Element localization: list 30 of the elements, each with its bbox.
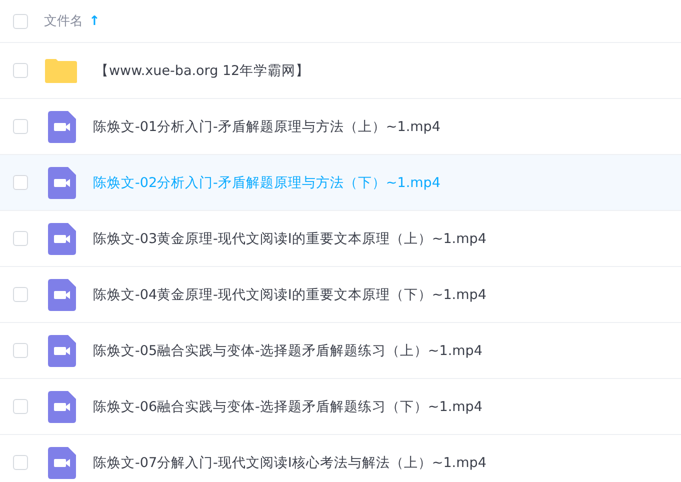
row-checkbox[interactable] xyxy=(13,119,28,134)
video-file-icon xyxy=(48,446,76,478)
file-row[interactable]: 陈焕文-04黄金原理-现代文阅读I的重要文本原理（下）~1.mp4 xyxy=(0,267,681,323)
file-row[interactable]: 陈焕文-06融合实践与变体-选择题矛盾解题练习（下）~1.mp4 xyxy=(0,379,681,435)
video-file-icon xyxy=(48,110,76,142)
row-checkbox[interactable] xyxy=(13,63,28,78)
file-name[interactable]: 陈焕文-06融合实践与变体-选择题矛盾解题练习（下）~1.mp4 xyxy=(93,398,482,416)
row-checkbox[interactable] xyxy=(13,399,28,414)
file-name[interactable]: 陈焕文-01分析入门-矛盾解题原理与方法（上）~1.mp4 xyxy=(93,118,440,136)
file-row[interactable]: 【www.xue-ba.org 12年学霸网】 xyxy=(0,43,681,99)
file-row[interactable]: 陈焕文-07分解入门-现代文阅读I核心考法与解法（上）~1.mp4 xyxy=(0,435,681,482)
select-all-checkbox[interactable] xyxy=(13,14,28,28)
folder-icon xyxy=(44,58,78,84)
row-checkbox[interactable] xyxy=(13,175,28,190)
video-file-icon xyxy=(48,334,76,366)
file-row[interactable]: 陈焕文-03黄金原理-现代文阅读I的重要文本原理（上）~1.mp4 xyxy=(0,211,681,267)
row-checkbox[interactable] xyxy=(13,287,28,302)
file-name[interactable]: 【www.xue-ba.org 12年学霸网】 xyxy=(95,62,310,80)
file-name[interactable]: 陈焕文-07分解入门-现代文阅读I核心考法与解法（上）~1.mp4 xyxy=(93,454,486,472)
file-name[interactable]: 陈焕文-03黄金原理-现代文阅读I的重要文本原理（上）~1.mp4 xyxy=(93,230,486,248)
file-name[interactable]: 陈焕文-05融合实践与变体-选择题矛盾解题练习（上）~1.mp4 xyxy=(93,342,482,360)
file-name[interactable]: 陈焕文-04黄金原理-现代文阅读I的重要文本原理（下）~1.mp4 xyxy=(93,286,486,304)
video-file-icon xyxy=(48,278,76,310)
file-row[interactable]: 陈焕文-05融合实践与变体-选择题矛盾解题练习（上）~1.mp4 xyxy=(0,323,681,379)
video-file-icon xyxy=(48,222,76,254)
row-checkbox[interactable] xyxy=(13,455,28,470)
row-checkbox[interactable] xyxy=(13,231,28,246)
video-file-icon xyxy=(48,166,76,198)
row-checkbox[interactable] xyxy=(13,343,28,358)
video-file-icon xyxy=(48,390,76,422)
